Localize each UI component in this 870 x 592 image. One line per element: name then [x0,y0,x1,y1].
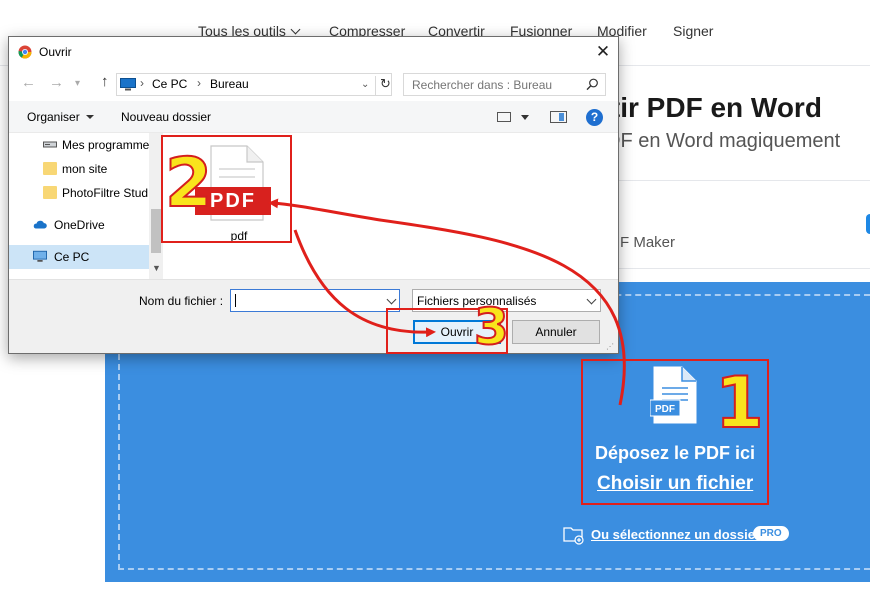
search-box[interactable] [403,73,606,96]
tree-item-label: PhotoFiltre Stud [62,186,149,200]
organize-menu[interactable]: Organiser [27,110,94,124]
computer-icon [120,78,136,91]
select-folder-label: Ou sélectionnez un dossier [591,527,761,542]
divider [600,180,870,181]
folder-icon [43,162,57,175]
caret-down-icon [85,115,94,119]
tree-item-label: OneDrive [54,218,105,232]
dialog-footer: Nom du fichier : Fichiers personnalisés … [9,279,618,353]
recent-locations-chevron-icon[interactable]: ▾ [75,78,80,89]
drive-icon [43,141,57,148]
breadcrumb-bureau[interactable]: Bureau [210,77,249,91]
page-subtitle: DF en Word magiquement [606,130,841,152]
tree-item-label: Mes programme [62,138,149,152]
tree-item-label: Ce PC [54,250,90,264]
address-bar[interactable]: › Ce PC › Bureau ⌄ ↻ [116,73,392,96]
step-number-2: 2 [164,144,213,223]
nav-sign[interactable]: Signer [673,23,713,39]
address-row: ← → ▾ ↑ › Ce PC › Bureau ⌄ ↻ [9,71,618,99]
organize-label: Organiser [27,110,80,124]
breadcrumb-ce-pc[interactable]: Ce PC [152,77,187,91]
open-file-dialog: Ouvrir ✕ ← → ▾ ↑ › Ce PC › Bureau ⌄ ↻ Re… [8,36,619,354]
chevron-down-icon[interactable] [386,294,397,305]
pro-badge: PRO [753,526,789,541]
folder-add-icon [563,527,584,545]
forward-arrow-icon[interactable]: → [49,74,64,91]
step-number-3: 3 [473,298,510,356]
tree-item-label: mon site [62,162,108,176]
cancel-button[interactable]: Annuler [512,320,600,344]
address-dropdown-chevron-icon[interactable]: ⌄ [361,79,369,90]
scroll-down-chevron-icon[interactable]: ▼ [152,263,161,273]
chrome-icon [18,45,32,59]
new-folder-button[interactable]: Nouveau dossier [121,110,211,124]
back-arrow-icon[interactable]: ← [21,74,36,91]
scrollbar-thumb[interactable] [151,209,161,253]
filename-input[interactable] [231,290,381,311]
side-tab-indicator [866,214,870,234]
chevron-down-icon [586,294,597,305]
refresh-icon[interactable]: ↻ [375,76,391,95]
dialog-title: Ouvrir [39,45,72,59]
divider [600,268,870,269]
tree-item-ce-pc[interactable]: Ce PC [9,245,149,269]
view-mode-icon[interactable] [497,112,511,122]
computer-icon [33,250,47,262]
search-icon[interactable] [586,78,599,91]
page-title: rtir PDF en Word [600,92,822,123]
step-number-1: 1 [714,362,765,444]
help-icon[interactable]: ? [586,109,603,126]
breadcrumb-separator-icon: › [140,76,144,90]
cloud-icon [33,220,47,229]
preview-pane-icon[interactable] [550,111,567,123]
filename-combobox[interactable] [230,289,400,312]
tree-item-mes-programmes[interactable]: Mes programme [9,133,149,157]
view-mode-chevron-icon[interactable] [521,115,529,120]
tree-item-mon-site[interactable]: mon site [9,157,149,181]
breadcrumb-separator-icon: › [197,76,201,90]
tree-item-onedrive[interactable]: OneDrive [9,213,149,237]
folder-icon [43,186,57,199]
text-cursor [235,294,236,307]
tab-pdf-maker[interactable]: F Maker [620,234,675,251]
dialog-titlebar: Ouvrir ✕ [9,37,618,67]
chevron-down-icon [290,24,301,35]
search-input[interactable] [404,74,582,95]
navigation-pane: Mes programme mon site PhotoFiltre Stud … [9,133,161,279]
resize-grip-icon[interactable]: ⋰ [606,342,614,351]
close-button[interactable]: ✕ [589,39,617,65]
tree-item-photofiltre[interactable]: PhotoFiltre Stud [9,181,149,205]
up-arrow-icon[interactable]: ↑ [101,73,109,90]
filename-label: Nom du fichier : [139,294,224,308]
dialog-toolbar: Organiser Nouveau dossier ? [9,101,618,133]
